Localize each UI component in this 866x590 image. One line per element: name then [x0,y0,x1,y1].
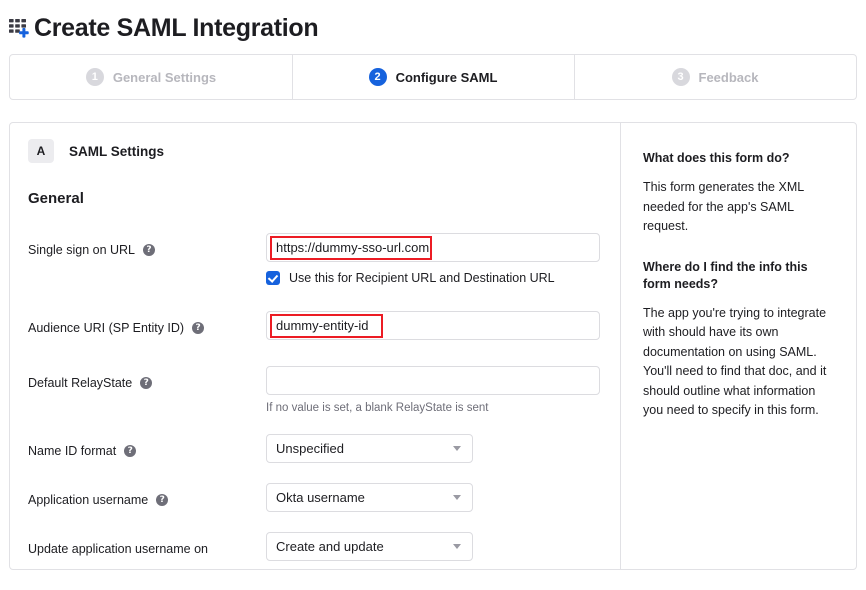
checkbox-checked-icon[interactable] [266,271,280,285]
step-number-badge: 3 [671,68,690,86]
field-control: Create and update [266,532,620,561]
field-label-text: Application username [28,493,149,507]
default-relaystate-hint: If no value is set, a blank RelayState i… [266,402,489,414]
checkbox-label: Use this for Recipient URL and Destinati… [289,271,555,285]
stepper-step-general-settings[interactable]: 1 General Settings [10,55,292,99]
field-label-text: Audience URI (SP Entity ID) [28,321,185,335]
step-number-badge: 2 [368,68,387,86]
section-title: SAML Settings [69,143,165,159]
section-header: A SAML Settings [10,137,620,165]
step-number-badge: 1 [85,68,104,86]
help-heading-where-do-i-find-the-info: Where do I find the info this form needs… [643,259,808,291]
field-label-wrapper: Single sign on URL ? [28,233,266,258]
select-value: Create and update [276,539,384,554]
help-circle-icon[interactable]: ? [124,445,137,457]
chevron-down-icon [453,446,461,451]
help-panel: What does this form do? This form genera… [621,123,856,569]
section-letter-badge: A [28,139,54,163]
select-value: Unspecified [276,441,344,456]
wizard-stepper: 1 General Settings 2 Configure SAML 3 Fe… [9,54,857,100]
page-title: Create SAML Integration [34,13,319,42]
step-label: Configure SAML [395,69,498,85]
field-label-wrapper: Audience URI (SP Entity ID) ? [28,311,266,336]
help-circle-icon[interactable]: ? [192,322,205,334]
select-value: Okta username [276,490,365,505]
field-row-default-relaystate: Default RelayState ? If no value is set,… [10,366,620,414]
field-row-update-application-username-on: Update application username on Create an… [10,532,620,561]
single-sign-on-url-input[interactable]: https://dummy-sso-url.com [266,233,600,262]
chevron-down-icon [453,544,461,549]
update-application-username-on-select[interactable]: Create and update [266,532,473,561]
field-label-text: Default RelayState [28,376,133,390]
help-body-what-does-this-form-do: This form generates the XML needed for t… [643,180,804,233]
help-circle-icon[interactable]: ? [156,494,169,506]
group-title-general: General [28,190,84,207]
stepper-step-feedback[interactable]: 3 Feedback [574,55,856,99]
field-label-text: Update application username on [28,542,208,556]
field-label-wrapper: Application username ? [28,483,266,508]
field-label-wrapper: Update application username on [28,532,266,557]
field-row-single-sign-on-url: Single sign on URL ? https://dummy-sso-u… [10,233,620,285]
step-label: Feedback [698,69,759,85]
app-grid-plus-icon [6,15,32,41]
help-circle-icon[interactable]: ? [143,244,156,256]
field-control: Unspecified [266,434,620,463]
field-label-text: Single sign on URL [28,243,136,257]
field-label-wrapper: Name ID format ? [28,434,266,459]
field-control: dummy-entity-id [266,311,620,340]
application-username-select[interactable]: Okta username [266,483,473,512]
field-row-application-username: Application username ? Okta username [10,483,620,512]
field-label-text: Name ID format [28,444,117,458]
field-label-wrapper: Default RelayState ? [28,366,266,391]
field-control: https://dummy-sso-url.com Use this for R… [266,233,620,285]
field-row-name-id-format: Name ID format ? Unspecified [10,434,620,463]
name-id-format-select[interactable]: Unspecified [266,434,473,463]
help-heading-what-does-this-form-do: What does this form do? [643,151,790,165]
stepper-step-configure-saml[interactable]: 2 Configure SAML [292,55,574,99]
page-header: Create SAML Integration [0,0,866,48]
default-relaystate-input[interactable] [266,366,600,395]
field-control: Okta username [266,483,620,512]
help-body-where-do-i-find-the-info: The app you're trying to integrate with … [643,305,827,418]
saml-settings-card: A SAML Settings General Single sign on U… [9,122,857,570]
audience-uri-input[interactable]: dummy-entity-id [266,311,600,340]
form-panel: A SAML Settings General Single sign on U… [10,123,621,569]
help-circle-icon[interactable]: ? [140,377,153,389]
recipient-destination-checkbox-row[interactable]: Use this for Recipient URL and Destinati… [266,271,620,285]
step-label: General Settings [112,69,217,85]
field-row-audience-uri: Audience URI (SP Entity ID) ? dummy-enti… [10,311,620,340]
chevron-down-icon [453,495,461,500]
field-control: If no value is set, a blank RelayState i… [266,366,620,414]
